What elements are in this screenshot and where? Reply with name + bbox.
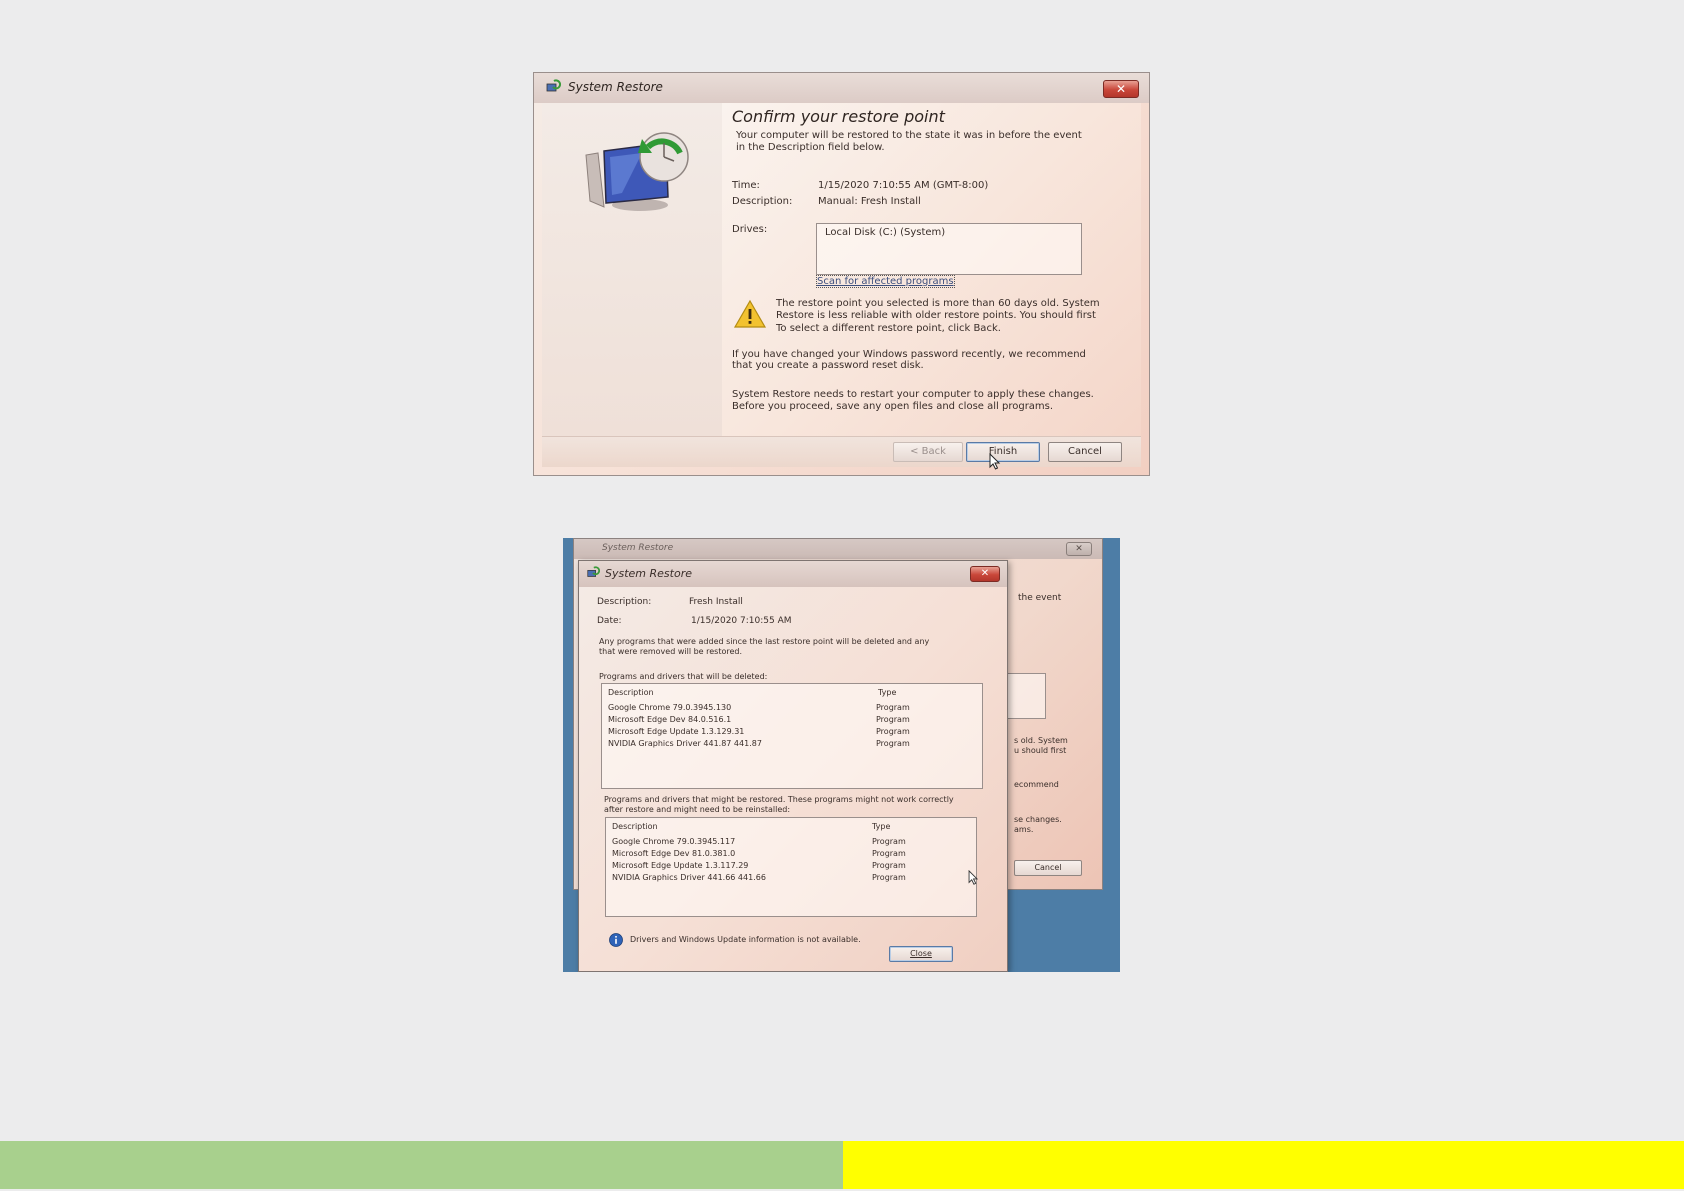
system-restore-icon <box>546 79 561 92</box>
title-bar: System Restore ✕ <box>579 561 1007 587</box>
close-button[interactable]: Close <box>889 946 953 962</box>
program-name: Microsoft Edge Dev 84.0.516.1 <box>608 715 732 724</box>
scan-affected-programs-link[interactable]: Scan for affected programs <box>816 275 955 288</box>
time-value: 1/15/2020 7:10:55 AM (GMT-8:00) <box>818 180 989 191</box>
mouse-cursor-icon <box>968 870 979 885</box>
drives-label: Drives: <box>732 224 768 235</box>
table-row[interactable]: Microsoft Edge Update 1.3.117.29 Program <box>606 861 976 873</box>
info-text: Drivers and Windows Update information i… <box>630 935 861 944</box>
info-icon <box>609 933 623 947</box>
deleted-programs-heading: Programs and drivers that will be delete… <box>599 672 768 681</box>
password-text-line-1: If you have changed your Windows passwor… <box>732 349 1086 360</box>
background-text-changes: se changes. <box>1014 815 1062 824</box>
window-title: System Restore <box>605 567 692 580</box>
button-bar: < Back Finish Cancel <box>542 436 1141 467</box>
column-header-type[interactable]: Type <box>878 688 896 697</box>
background-close-button[interactable]: ✕ <box>1066 542 1092 556</box>
background-text-first: u should first <box>1014 746 1067 755</box>
affected-programs-window: System Restore ✕ Description: Fresh Inst… <box>578 560 1008 972</box>
program-name: Google Chrome 79.0.3945.117 <box>612 837 736 846</box>
intro-text-line-2: in the Description field below. <box>736 142 885 153</box>
restart-text-line-2: Before you proceed, save any open files … <box>732 401 1054 412</box>
program-name: NVIDIA Graphics Driver 441.87 441.87 <box>608 739 762 748</box>
program-name: NVIDIA Graphics Driver 441.66 441.66 <box>612 873 766 882</box>
warning-text-line-1: The restore point you selected is more t… <box>776 298 1100 309</box>
restored-programs-table[interactable]: Description Type Google Chrome 79.0.3945… <box>605 817 977 917</box>
restart-text-line-1: System Restore needs to restart your com… <box>732 389 1094 400</box>
table-row[interactable]: Google Chrome 79.0.3945.117 Program <box>606 837 976 849</box>
column-header-description[interactable]: Description <box>612 822 658 831</box>
background-text-event: the event <box>1018 593 1062 603</box>
date-label: Date: <box>597 616 622 626</box>
table-row[interactable]: Microsoft Edge Dev 84.0.516.1 Program <box>602 715 982 727</box>
warning-icon <box>733 299 767 328</box>
program-type: Program <box>872 837 906 846</box>
drive-item[interactable]: Local Disk (C:) (System) <box>825 227 945 238</box>
progress-bar-right-segment <box>843 1141 1684 1189</box>
program-type: Program <box>872 861 906 870</box>
deleted-programs-table[interactable]: Description Type Google Chrome 79.0.3945… <box>601 683 983 789</box>
restored-programs-heading-line-1: Programs and drivers that might be resto… <box>604 795 954 804</box>
drives-list[interactable]: Local Disk (C:) (System) <box>816 223 1082 275</box>
column-header-description[interactable]: Description <box>608 688 654 697</box>
screenshot-affected-programs: System Restore ✕ the event s old. System… <box>563 538 1120 972</box>
program-type: Program <box>876 715 910 724</box>
program-name: Microsoft Edge Update 1.3.129.31 <box>608 727 745 736</box>
background-text-recommend: ecommend <box>1014 780 1059 789</box>
finish-button[interactable]: Finish <box>966 442 1040 462</box>
table-row[interactable]: Google Chrome 79.0.3945.130 Program <box>602 703 982 715</box>
time-label: Time: <box>732 180 760 191</box>
title-bar: System Restore ✕ <box>534 73 1149 103</box>
note-text-line-2: that were removed will be restored. <box>599 647 743 656</box>
background-window-title: System Restore <box>602 543 674 553</box>
program-type: Program <box>876 703 910 712</box>
restore-computer-icon <box>585 132 689 211</box>
restored-programs-heading-line-2: after restore and might need to be reins… <box>604 805 791 814</box>
screenshot-confirm-restore-point: System Restore ✕ Confirm your restore po… <box>533 72 1150 476</box>
cancel-button[interactable]: Cancel <box>1048 442 1122 462</box>
close-window-button[interactable]: ✕ <box>970 566 1000 582</box>
description-label: Description: <box>732 196 793 207</box>
table-row[interactable]: NVIDIA Graphics Driver 441.66 441.66 Pro… <box>606 873 976 885</box>
program-name: Microsoft Edge Dev 81.0.381.0 <box>612 849 736 858</box>
side-pane <box>542 103 722 437</box>
description-value: Manual: Fresh Install <box>818 196 921 207</box>
close-button[interactable]: ✕ <box>1103 80 1139 98</box>
page-heading: Confirm your restore point <box>732 107 945 126</box>
mouse-cursor-icon <box>989 453 1001 470</box>
description-value: Fresh Install <box>689 597 743 607</box>
program-type: Program <box>872 873 906 882</box>
content-pane: Confirm your restore point Your computer… <box>722 103 1141 437</box>
system-restore-window: System Restore ✕ Confirm your restore po… <box>533 72 1150 476</box>
password-text-line-2: that you create a password reset disk. <box>732 360 924 371</box>
warning-text-line-3: To select a different restore point, cli… <box>776 323 1001 334</box>
column-header-type[interactable]: Type <box>872 822 890 831</box>
description-label: Description: <box>597 597 652 607</box>
background-cancel-button[interactable]: Cancel <box>1014 860 1082 876</box>
date-value: 1/15/2020 7:10:55 AM <box>691 616 792 626</box>
intro-text-line-1: Your computer will be restored to the st… <box>736 130 1082 141</box>
table-row[interactable]: Microsoft Edge Update 1.3.129.31 Program <box>602 727 982 739</box>
program-type: Program <box>872 849 906 858</box>
table-row[interactable]: Microsoft Edge Dev 81.0.381.0 Program <box>606 849 976 861</box>
program-name: Google Chrome 79.0.3945.130 <box>608 703 732 712</box>
note-text-line-1: Any programs that were added since the l… <box>599 637 930 646</box>
background-text-ams: ams. <box>1014 825 1034 834</box>
program-type: Program <box>876 739 910 748</box>
progress-bar-left-segment <box>0 1141 843 1189</box>
program-type: Program <box>876 727 910 736</box>
background-title-bar: System Restore ✕ <box>574 539 1102 559</box>
program-name: Microsoft Edge Update 1.3.117.29 <box>612 861 749 870</box>
back-button[interactable]: < Back <box>893 442 963 462</box>
window-title: System Restore <box>568 80 663 94</box>
background-text-old: s old. System <box>1014 736 1068 745</box>
warning-text-line-2: Restore is less reliable with older rest… <box>776 310 1096 321</box>
system-restore-icon <box>587 566 600 577</box>
table-row[interactable]: NVIDIA Graphics Driver 441.87 441.87 Pro… <box>602 739 982 751</box>
